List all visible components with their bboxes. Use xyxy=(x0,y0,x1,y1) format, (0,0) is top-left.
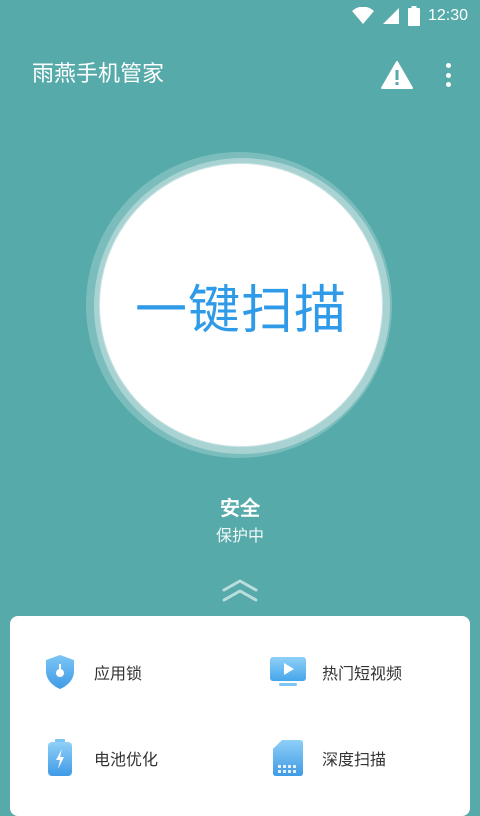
more-options-button[interactable] xyxy=(436,60,460,90)
more-dot-icon xyxy=(445,82,451,87)
security-status: 安全 xyxy=(220,496,260,520)
tool-label: 热门短视频 xyxy=(322,664,403,683)
security-substatus: 保护中 xyxy=(215,526,264,545)
tool-app-lock[interactable]: 应用锁 xyxy=(40,652,142,692)
warning-button[interactable] xyxy=(380,60,414,90)
app-bar: 雨燕手机管家 xyxy=(0,40,480,104)
tool-label: 应用锁 xyxy=(94,664,143,683)
double-chevron-up-icon[interactable] xyxy=(220,578,260,604)
battery-status-icon xyxy=(407,6,420,26)
wifi-icon xyxy=(351,7,374,24)
more-dot-icon xyxy=(445,72,451,78)
warning-icon xyxy=(381,61,413,89)
app-title: 雨燕手机管家 xyxy=(32,62,165,87)
scan-area: 一键扫描 xyxy=(86,152,396,462)
status-bar: 12:30 xyxy=(0,0,480,32)
tool-battery-optimize[interactable]: 电池优化 xyxy=(40,738,158,778)
status-time: 12:30 xyxy=(427,7,468,24)
tools-panel: 应用锁 热门短视频 电池优化 深度扫描 xyxy=(10,616,470,816)
tool-deep-scan[interactable]: 深度扫描 xyxy=(268,738,386,778)
sd-card-icon xyxy=(268,738,308,778)
signal-icon xyxy=(382,8,399,24)
video-play-icon xyxy=(268,652,308,692)
tool-label: 电池优化 xyxy=(94,750,159,769)
tool-label: 深度扫描 xyxy=(322,750,387,769)
more-dot-icon xyxy=(445,63,451,68)
battery-icon xyxy=(40,738,80,778)
scan-label: 一键扫描 xyxy=(134,280,347,341)
one-click-scan-button[interactable]: 一键扫描 xyxy=(100,164,382,446)
status-icons: 12:30 xyxy=(351,6,468,26)
shield-lock-icon xyxy=(40,652,80,692)
tool-hot-videos[interactable]: 热门短视频 xyxy=(268,652,402,692)
